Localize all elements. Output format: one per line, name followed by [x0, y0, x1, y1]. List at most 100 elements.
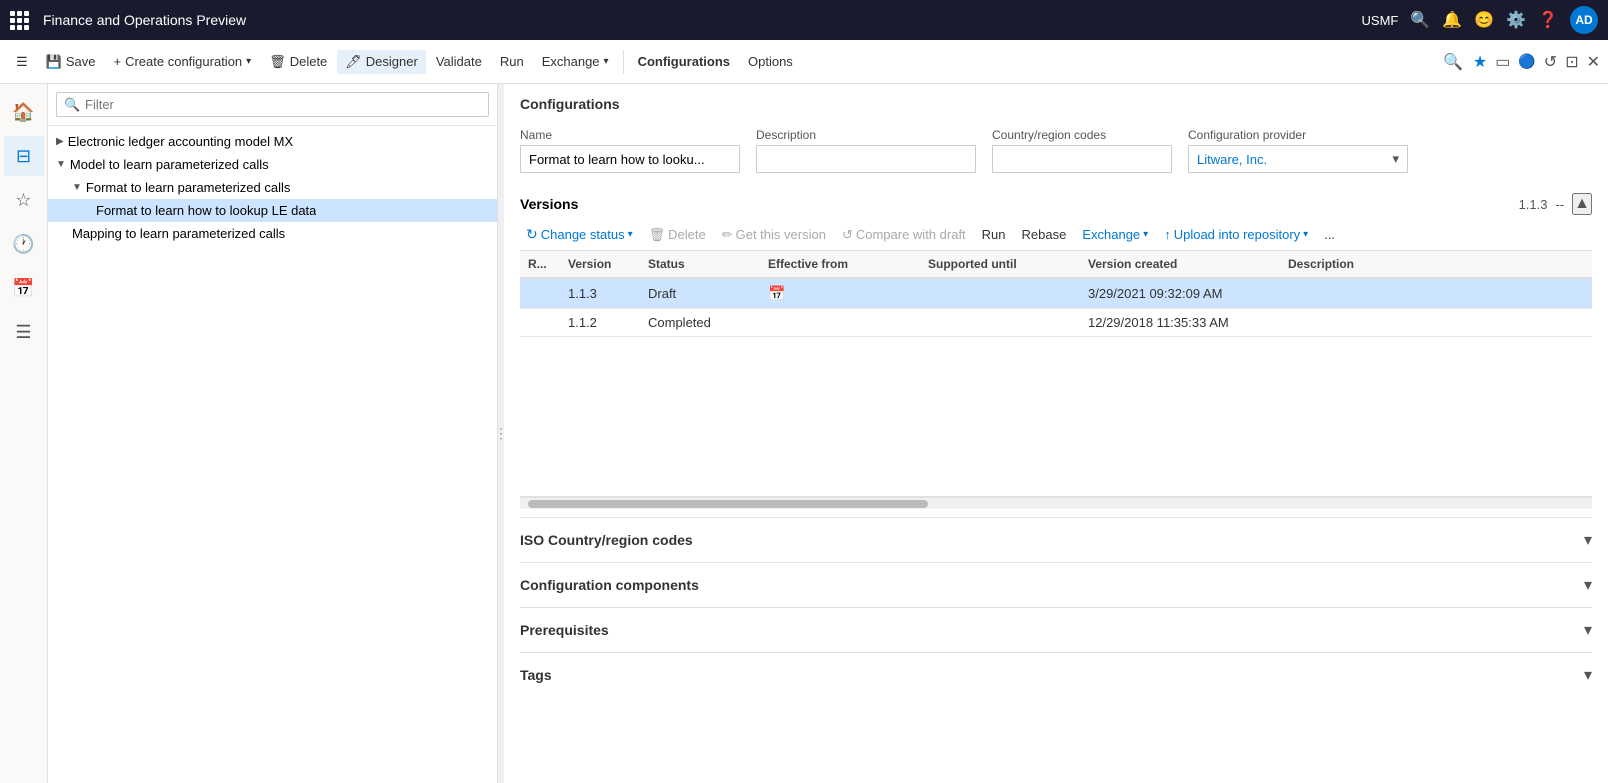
section-tags-header[interactable]: Tags ▾ — [520, 653, 1592, 697]
cell-effective-0: 📅 — [760, 278, 920, 309]
ver-delete-button[interactable]: 🗑 Delete — [643, 224, 712, 246]
sidebar-star-button[interactable]: ☆ — [4, 180, 44, 220]
versions-info: 1.1.3 -- ▲ — [1519, 193, 1592, 215]
cell-version-0: 1.1.3 — [560, 278, 640, 309]
tree-item-electronic-ledger[interactable]: ▶ Electronic ledger accounting model MX — [48, 130, 497, 153]
toolbar-fav-icon[interactable]: ★ — [1473, 52, 1487, 72]
form-label-country: Country/region codes — [992, 128, 1172, 142]
run-button[interactable]: Run — [492, 50, 532, 73]
upload-dropdown-arrow: ▾ — [1303, 229, 1308, 240]
smiley-icon[interactable]: 😊 — [1474, 10, 1494, 30]
bell-icon[interactable]: 🔔 — [1442, 10, 1462, 30]
more-options-button[interactable]: ... — [1318, 224, 1341, 245]
cell-created-0: 3/29/2021 09:32:09 AM — [1080, 278, 1280, 309]
ver-exchange-button[interactable]: Exchange ▾ — [1076, 224, 1154, 245]
col-header-r: R... — [520, 251, 560, 278]
toolbar-refresh-icon[interactable]: ↺ — [1544, 52, 1557, 72]
col-header-description: Description — [1280, 251, 1592, 278]
validate-button[interactable]: Validate — [428, 50, 490, 73]
delete-button[interactable]: 🗑 Delete — [261, 50, 335, 74]
delete-icon: 🗑 — [269, 54, 286, 70]
section-prerequisites: Prerequisites ▾ — [520, 607, 1592, 652]
content-header: Configurations — [504, 84, 1608, 128]
compare-draft-button[interactable]: ↺ Compare with draft — [836, 224, 972, 246]
cell-desc-1 — [1280, 309, 1592, 337]
ver-rebase-button[interactable]: Rebase — [1016, 224, 1073, 245]
form-field-name: Name — [520, 128, 740, 173]
versions-section: Versions 1.1.3 -- ▲ ↻ Change status ▾ 🗑 … — [504, 185, 1608, 509]
versions-table-head: R... Version Status Effective from Suppo… — [520, 251, 1592, 278]
save-button[interactable]: 💾 Save — [38, 50, 104, 74]
toolbar-search-area: 🔍 — [1443, 52, 1463, 72]
tree-toggle-electronic-ledger[interactable]: ▶ — [56, 136, 64, 147]
versions-table: R... Version Status Effective from Suppo… — [520, 251, 1592, 337]
section-prerequisites-header[interactable]: Prerequisites ▾ — [520, 608, 1592, 652]
app-grid-icon[interactable] — [10, 11, 29, 30]
designer-button[interactable]: 🖊 Designer — [337, 50, 426, 74]
configurations-button[interactable]: Configurations — [630, 50, 738, 73]
sidebar-list-button[interactable]: ☰ — [4, 312, 44, 352]
settings-icon[interactable]: ⚙️ — [1506, 10, 1526, 30]
tree-item-label-format-lookup: Format to learn how to lookup LE data — [96, 203, 316, 218]
toolbar-panel-icon[interactable]: ▭ — [1495, 52, 1510, 72]
section-iso-country-header[interactable]: ISO Country/region codes ▾ — [520, 518, 1592, 562]
plus-icon: + — [113, 54, 121, 69]
form-field-provider: Configuration provider Litware, Inc. ▾ — [1188, 128, 1408, 173]
toolbar-close-icon[interactable]: ✕ — [1587, 52, 1600, 72]
sidebar-filter-button[interactable]: ⊟ — [4, 136, 44, 176]
search-toolbar-icon[interactable]: 🔍 — [1443, 54, 1463, 71]
filter-search-icon: 🔍 — [64, 97, 80, 113]
get-version-button[interactable]: ✏ Get this version — [716, 224, 832, 246]
country-input[interactable] — [992, 145, 1172, 173]
hamburger-button[interactable]: ☰ — [8, 50, 36, 74]
tree-item-format-parameterized[interactable]: ▼ Format to learn parameterized calls — [48, 176, 497, 199]
tree-item-format-lookup[interactable]: Format to learn how to lookup LE data — [48, 199, 497, 222]
hamburger-icon: ☰ — [16, 54, 28, 70]
col-header-created: Version created — [1080, 251, 1280, 278]
tree-toggle-format-parameterized[interactable]: ▼ — [72, 182, 82, 193]
cell-supported-1 — [920, 309, 1080, 337]
tree-filter-input[interactable] — [56, 92, 489, 117]
content-panel: Configurations Name Description Country/… — [504, 84, 1608, 783]
search-icon[interactable]: 🔍 — [1410, 10, 1430, 30]
sidebar-calendar-button[interactable]: 📅 — [4, 268, 44, 308]
form-row-1: Name Description Country/region codes Co… — [504, 128, 1608, 173]
upload-repository-button[interactable]: ↑ Upload into repository ▾ — [1158, 224, 1314, 245]
exchange-button[interactable]: Exchange ▾ — [534, 50, 617, 73]
sidebar-home-button[interactable]: 🏠 — [4, 92, 44, 132]
provider-dropdown-icon[interactable]: ▾ — [1392, 151, 1399, 167]
create-dropdown-arrow: ▾ — [246, 56, 251, 67]
section-iso-country-chevron: ▾ — [1584, 530, 1592, 550]
help-icon[interactable]: ❓ — [1538, 10, 1558, 30]
toolbar-maximize-icon[interactable]: ⊡ — [1565, 52, 1578, 72]
table-scrollbar[interactable] — [520, 497, 1592, 509]
tree-item-model-parameterized[interactable]: ▼ Model to learn parameterized calls — [48, 153, 497, 176]
toolbar-right-icons: ★ ▭ 🔵 ↺ ⊡ ✕ — [1473, 52, 1600, 72]
section-config-components-header[interactable]: Configuration components ▾ — [520, 563, 1592, 607]
form-label-provider: Configuration provider — [1188, 128, 1408, 142]
sidebar-recent-button[interactable]: 🕐 — [4, 224, 44, 264]
description-input[interactable] — [756, 145, 976, 173]
calendar-icon-0[interactable]: 📅 — [768, 285, 785, 301]
change-status-button[interactable]: ↻ Change status ▾ — [520, 223, 639, 246]
tree-toggle-model-parameterized[interactable]: ▼ — [56, 159, 66, 170]
avatar[interactable]: AD — [1570, 6, 1598, 34]
name-input[interactable] — [520, 145, 740, 173]
change-status-icon: ↻ — [526, 226, 538, 243]
scrollbar-thumb[interactable] — [528, 500, 928, 508]
tree-item-label-model-parameterized: Model to learn parameterized calls — [70, 157, 269, 172]
table-row[interactable]: 1.1.3 Draft 📅 3/29/2021 09:32:09 AM — [520, 278, 1592, 309]
options-button[interactable]: Options — [740, 50, 801, 73]
toolbar-notify-icon[interactable]: 🔵 — [1518, 53, 1535, 70]
ver-run-button[interactable]: Run — [976, 224, 1012, 245]
section-tags: Tags ▾ — [520, 652, 1592, 697]
versions-collapse-button[interactable]: ▲ — [1572, 193, 1592, 215]
title-bar-right: USMF 🔍 🔔 😊 ⚙️ ❓ AD — [1362, 6, 1598, 34]
create-config-button[interactable]: + Create configuration ▾ — [105, 50, 259, 73]
cell-r-0 — [520, 278, 560, 309]
form-field-description: Description — [756, 128, 976, 173]
change-status-dropdown-arrow: ▾ — [628, 229, 633, 240]
table-row[interactable]: 1.1.2 Completed 12/29/2018 11:35:33 AM — [520, 309, 1592, 337]
designer-icon: 🖊 — [345, 54, 362, 70]
tree-item-mapping-parameterized[interactable]: Mapping to learn parameterized calls — [48, 222, 497, 245]
